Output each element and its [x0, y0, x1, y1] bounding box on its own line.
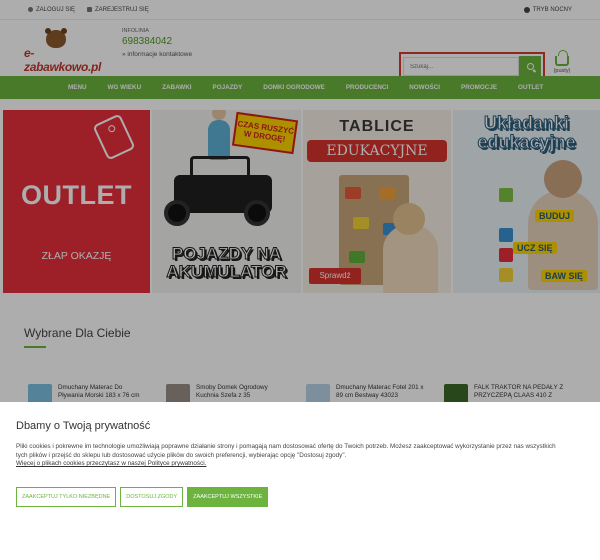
customize-consent-button[interactable]: DOSTOSUJ ZGODY [120, 486, 184, 507]
cookie-description: Pliki cookies i pokrewne im technologie … [16, 443, 556, 469]
cookie-buttons: ZAAKCEPTUJ TYLKO NIEZBĘDNE DOSTOSUJ ZGOD… [16, 486, 584, 507]
accept-necessary-button[interactable]: ZAAKCEPTUJ TYLKO NIEZBĘDNE [16, 486, 117, 507]
privacy-policy-link[interactable]: Więcej o plikach cookies przeczytasz w n… [16, 460, 206, 467]
cookie-body-text: Pliki cookies i pokrewne im technologie … [16, 443, 556, 459]
cookie-consent-panel: Dbamy o Twoją prywatność Pliki cookies i… [0, 402, 600, 560]
cookie-title: Dbamy o Twoją prywatność [16, 420, 151, 432]
accept-all-button[interactable]: ZAAKCEPTUJ WSZYSTKIE [187, 486, 269, 507]
